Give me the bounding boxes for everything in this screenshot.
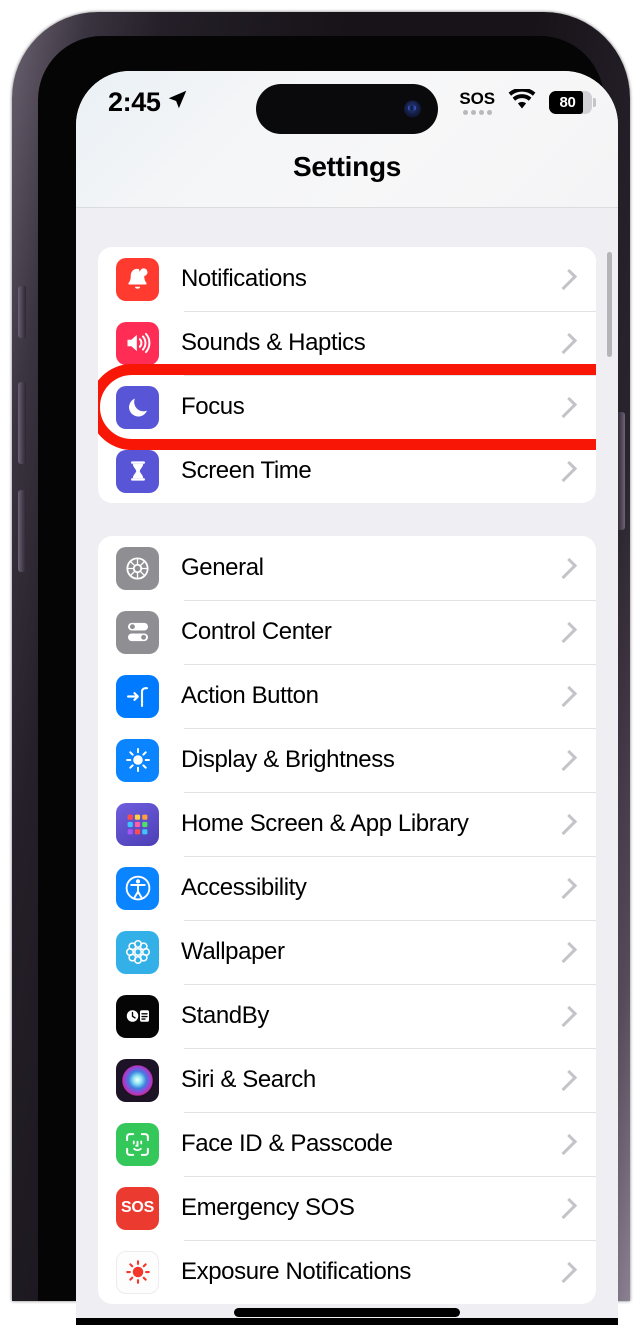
standby-clock-icon xyxy=(116,994,159,1038)
row-label: General xyxy=(181,554,264,581)
sos-label: SOS xyxy=(459,88,495,108)
row-label: Accessibility xyxy=(181,874,307,901)
bell-icon xyxy=(116,257,159,301)
sun-icon xyxy=(116,738,159,782)
settings-row-general[interactable]: General xyxy=(98,536,596,600)
row-label: Home Screen & App Library xyxy=(181,810,469,837)
phone-bezel: 2:45 SOS 80 Settings Notifications Sound… xyxy=(38,36,618,1325)
settings-list[interactable]: Notifications Sounds & Haptics Focus Scr… xyxy=(76,208,618,1325)
battery-icon: 80 xyxy=(549,90,596,114)
sos-icon: SOS xyxy=(116,1186,159,1230)
phone-frame: 2:45 SOS 80 Settings Notifications Sound… xyxy=(12,12,630,1325)
settings-row-action-button[interactable]: Action Button xyxy=(98,664,596,728)
row-label: Wallpaper xyxy=(181,938,285,965)
settings-group-2: General Control Center Action Button Dis… xyxy=(98,536,596,1304)
row-label: Exposure Notifications xyxy=(181,1258,411,1285)
signal-dots-icon xyxy=(462,109,492,115)
settings-row-control-center[interactable]: Control Center xyxy=(98,600,596,664)
settings-row-home-screen[interactable]: Home Screen & App Library xyxy=(98,792,596,856)
home-indicator[interactable] xyxy=(234,1308,460,1317)
settings-row-sounds-haptics[interactable]: Sounds & Haptics xyxy=(98,311,596,375)
volume-up-button[interactable] xyxy=(18,382,26,464)
settings-row-notifications[interactable]: Notifications xyxy=(98,247,596,311)
front-camera-icon xyxy=(404,100,421,118)
settings-row-siri-search[interactable]: Siri & Search xyxy=(98,1048,596,1112)
wifi-icon xyxy=(508,87,536,115)
row-label: Notifications xyxy=(181,265,307,292)
exposure-dot-icon xyxy=(116,1250,159,1294)
row-label: Action Button xyxy=(181,682,319,709)
row-label: Emergency SOS xyxy=(181,1194,355,1221)
row-label: Sounds & Haptics xyxy=(181,329,366,356)
row-label: Display & Brightness xyxy=(181,746,395,773)
settings-row-face-id-passcode[interactable]: Face ID & Passcode xyxy=(98,1112,596,1176)
status-time: 2:45 xyxy=(108,86,161,117)
phone-screen: 2:45 SOS 80 Settings Notifications Sound… xyxy=(76,71,618,1325)
settings-row-wallpaper[interactable]: Wallpaper xyxy=(98,920,596,984)
settings-row-standby[interactable]: StandBy xyxy=(98,984,596,1048)
settings-row-focus[interactable]: Focus xyxy=(98,364,596,450)
power-side-button[interactable] xyxy=(617,412,625,530)
gear-icon xyxy=(116,546,159,590)
volume-down-button[interactable] xyxy=(18,490,26,572)
accessibility-icon xyxy=(116,866,159,910)
crescent-moon-icon xyxy=(116,385,159,429)
settings-row-screen-time[interactable]: Screen Time xyxy=(98,439,596,503)
flower-icon xyxy=(116,930,159,974)
row-label: StandBy xyxy=(181,1002,269,1029)
settings-row-exposure-notifications[interactable]: Exposure Notifications xyxy=(98,1240,596,1304)
hourglass-icon xyxy=(116,449,159,493)
face-id-icon xyxy=(116,1122,159,1166)
row-label: Screen Time xyxy=(181,457,312,484)
scrollbar[interactable] xyxy=(607,252,612,357)
settings-row-accessibility[interactable]: Accessibility xyxy=(98,856,596,920)
navigation-bar: 2:45 SOS 80 Settings xyxy=(76,71,618,208)
sliders-icon xyxy=(116,610,159,654)
app-grid-icon xyxy=(116,802,159,846)
status-bar-left: 2:45 xyxy=(108,86,188,117)
siri-orb-icon xyxy=(116,1058,159,1102)
action-side-button[interactable] xyxy=(18,286,26,338)
location-arrow-icon xyxy=(167,89,188,115)
dynamic-island xyxy=(256,84,438,134)
settings-group-1: Notifications Sounds & Haptics Focus Scr… xyxy=(98,247,596,503)
action-button-icon xyxy=(116,674,159,718)
sos-indicator: SOS xyxy=(459,90,495,115)
speaker-waves-icon xyxy=(116,321,159,365)
row-label: Siri & Search xyxy=(181,1066,316,1093)
row-label: Control Center xyxy=(181,618,332,645)
battery-level-label: 80 xyxy=(559,93,576,111)
settings-row-display-brightness[interactable]: Display & Brightness xyxy=(98,728,596,792)
row-label: Face ID & Passcode xyxy=(181,1130,393,1157)
page-title: Settings xyxy=(292,151,402,182)
screen-bottom-edge xyxy=(76,1318,618,1325)
status-bar-right: SOS 80 xyxy=(459,87,596,115)
row-label: Focus xyxy=(181,393,245,420)
settings-row-emergency-sos[interactable]: SOS Emergency SOS xyxy=(98,1176,596,1240)
